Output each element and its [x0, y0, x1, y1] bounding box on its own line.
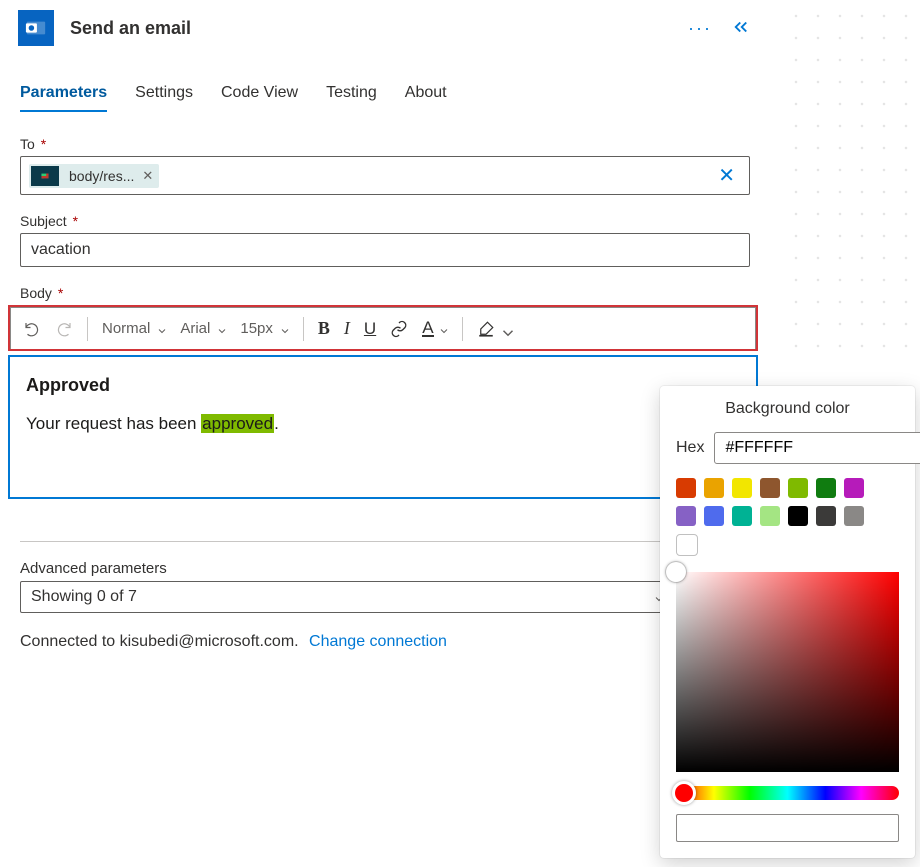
subject-label: Subject *	[20, 213, 750, 229]
color-swatch[interactable]	[732, 478, 752, 498]
hue-slider[interactable]	[676, 786, 899, 800]
toolbar-separator	[87, 317, 88, 341]
font-color-button[interactable]: A	[416, 317, 453, 341]
panel-title: Send an email	[70, 18, 688, 39]
change-connection-link[interactable]: Change connection	[309, 633, 447, 650]
chevron-down-icon	[279, 324, 289, 334]
color-swatch[interactable]	[816, 506, 836, 526]
color-swatch[interactable]	[676, 478, 696, 498]
highlighted-text: approved	[201, 414, 274, 433]
italic-button[interactable]: I	[338, 314, 356, 343]
collapse-icon[interactable]	[732, 18, 750, 39]
more-icon[interactable]: ···	[688, 18, 712, 39]
body-heading: Approved	[26, 371, 740, 400]
panel-header: Send an email ···	[0, 0, 770, 54]
toolbar-separator	[462, 317, 463, 341]
to-token[interactable]: body/res... ✕	[29, 164, 159, 188]
token-label: body/res...	[69, 168, 134, 184]
link-button[interactable]	[384, 316, 414, 342]
tab-settings[interactable]: Settings	[135, 84, 193, 112]
advanced-label: Advanced parameters	[0, 542, 770, 581]
undo-button[interactable]	[17, 316, 47, 342]
chevron-down-icon	[438, 324, 448, 334]
format-select[interactable]: Normal	[96, 316, 172, 341]
rich-text-toolbar: Normal Arial 15px B I U A	[10, 307, 756, 349]
color-swatch[interactable]	[788, 478, 808, 498]
color-swatch[interactable]	[760, 478, 780, 498]
body-label: Body *	[20, 285, 750, 301]
token-remove-icon[interactable]: ✕	[142, 168, 153, 184]
hex-input[interactable]	[714, 432, 920, 464]
color-picker-popover: Background color Hex	[660, 386, 915, 858]
body-editor[interactable]: Approved Your request has been approved.	[8, 355, 758, 499]
highlight-color-button[interactable]	[471, 316, 515, 342]
tab-testing[interactable]: Testing	[326, 84, 377, 112]
canvas-dots-background	[780, 0, 920, 350]
color-swatch[interactable]	[844, 506, 864, 526]
action-panel: Send an email ··· Parameters Settings Co…	[0, 0, 770, 671]
tabs: Parameters Settings Code View Testing Ab…	[0, 54, 770, 112]
size-select[interactable]: 15px	[234, 316, 295, 341]
chevron-down-icon	[499, 324, 509, 334]
chevron-down-icon	[156, 324, 166, 334]
color-swatch[interactable]	[844, 478, 864, 498]
tab-code-view[interactable]: Code View	[221, 84, 298, 112]
swatch-white[interactable]	[676, 534, 698, 556]
color-swatch[interactable]	[788, 506, 808, 526]
redo-button[interactable]	[49, 316, 79, 342]
toolbar-separator	[303, 317, 304, 341]
font-select[interactable]: Arial	[174, 316, 232, 341]
color-swatch[interactable]	[676, 506, 696, 526]
color-swatch[interactable]	[816, 478, 836, 498]
tab-about[interactable]: About	[405, 84, 447, 112]
opacity-input[interactable]	[676, 814, 899, 842]
connection-row: Connected to kisubedi@microsoft.com. Cha…	[0, 613, 770, 671]
color-swatch[interactable]	[732, 506, 752, 526]
hue-thumb[interactable]	[672, 781, 696, 805]
subject-input-wrap	[20, 233, 750, 267]
underline-button[interactable]: U	[358, 315, 382, 343]
advanced-select[interactable]: Showing 0 of 7	[20, 581, 674, 613]
body-line: Your request has been approved.	[26, 410, 740, 437]
gradient-thumb[interactable]	[666, 562, 686, 582]
swatch-row-1	[676, 478, 899, 498]
hex-label: Hex	[676, 439, 704, 457]
color-swatch[interactable]	[760, 506, 780, 526]
token-icon	[31, 166, 59, 186]
to-input[interactable]: body/res... ✕ ✕	[20, 156, 750, 195]
tab-parameters[interactable]: Parameters	[20, 84, 107, 112]
swatch-row-3	[676, 534, 899, 556]
saturation-gradient[interactable]	[676, 572, 899, 772]
color-swatch[interactable]	[704, 478, 724, 498]
swatch-row-2	[676, 506, 899, 526]
to-label: To *	[20, 136, 750, 152]
outlook-icon	[18, 10, 54, 46]
chevron-down-icon	[216, 324, 226, 334]
color-picker-title: Background color	[676, 400, 899, 418]
connection-text: Connected to kisubedi@microsoft.com.	[20, 633, 299, 650]
body-toolbar-highlight-box: Normal Arial 15px B I U A	[8, 305, 758, 351]
advanced-select-value: Showing 0 of 7	[31, 588, 137, 606]
bold-button[interactable]: B	[312, 314, 336, 343]
color-swatch[interactable]	[704, 506, 724, 526]
subject-input[interactable]	[29, 240, 741, 260]
clear-icon[interactable]: ✕	[718, 163, 741, 188]
